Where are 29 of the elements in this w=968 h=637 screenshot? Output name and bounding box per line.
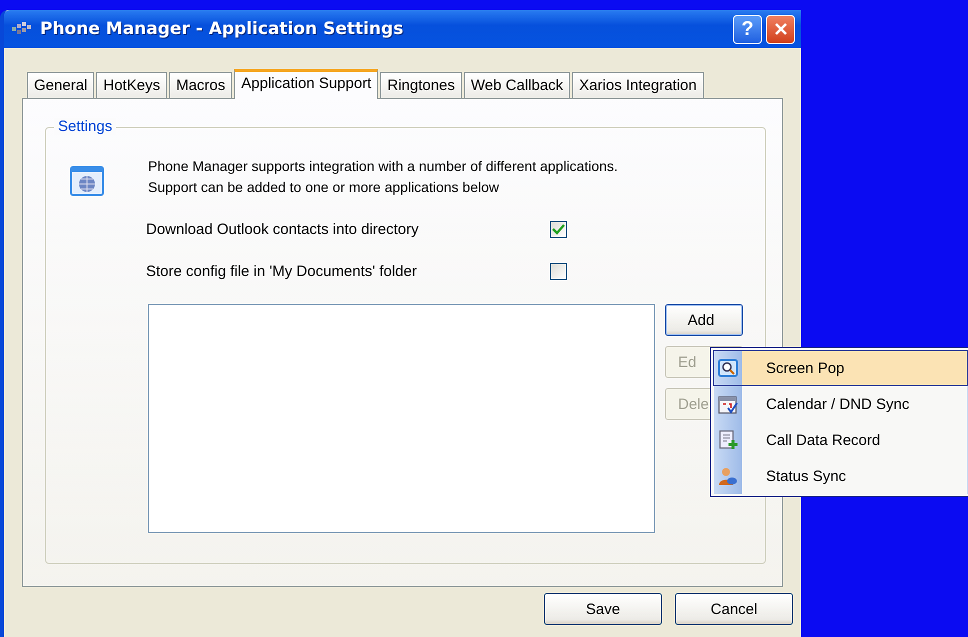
person-sync-icon [718,466,738,486]
close-icon [774,22,788,36]
dialog-button[interactable]: Save [544,593,662,625]
document-add-icon [718,430,738,450]
checkbox[interactable] [550,220,567,238]
tab[interactable]: Application Support [234,69,378,99]
menu-item[interactable]: Screen Pop [713,350,968,386]
calendar-icon [718,394,738,414]
tab[interactable]: Macros [169,72,232,98]
group-title: Settings [54,118,116,135]
menu-item[interactable]: Status Sync [713,458,968,494]
checkbox[interactable] [550,262,567,280]
tab[interactable]: HotKeys [96,72,168,98]
menu-item[interactable]: Calendar / DND Sync [713,386,968,422]
app-icon [12,22,34,36]
dialog-button[interactable]: Cancel [675,593,793,625]
description-text: Phone Manager supports integration with a number of different applications. Support can be added to one or more applications below [148,157,619,197]
magnifier-icon [718,358,738,378]
close-button[interactable] [766,14,795,44]
window-title: Phone Manager - Application Settings [40,19,404,39]
tab[interactable]: Xarios Integration [572,72,704,98]
option-label: Download Outlook contacts into directory [146,220,420,238]
menu-item[interactable]: Call Data Record [713,422,968,458]
tab[interactable]: Web Callback [464,72,570,98]
tab[interactable]: General [27,72,94,98]
action-button[interactable]: Add [665,304,743,336]
tab[interactable]: Ringtones [380,72,462,98]
option-label: Store config file in 'My Documents' folder [146,262,418,280]
globe-window-icon [70,166,104,196]
